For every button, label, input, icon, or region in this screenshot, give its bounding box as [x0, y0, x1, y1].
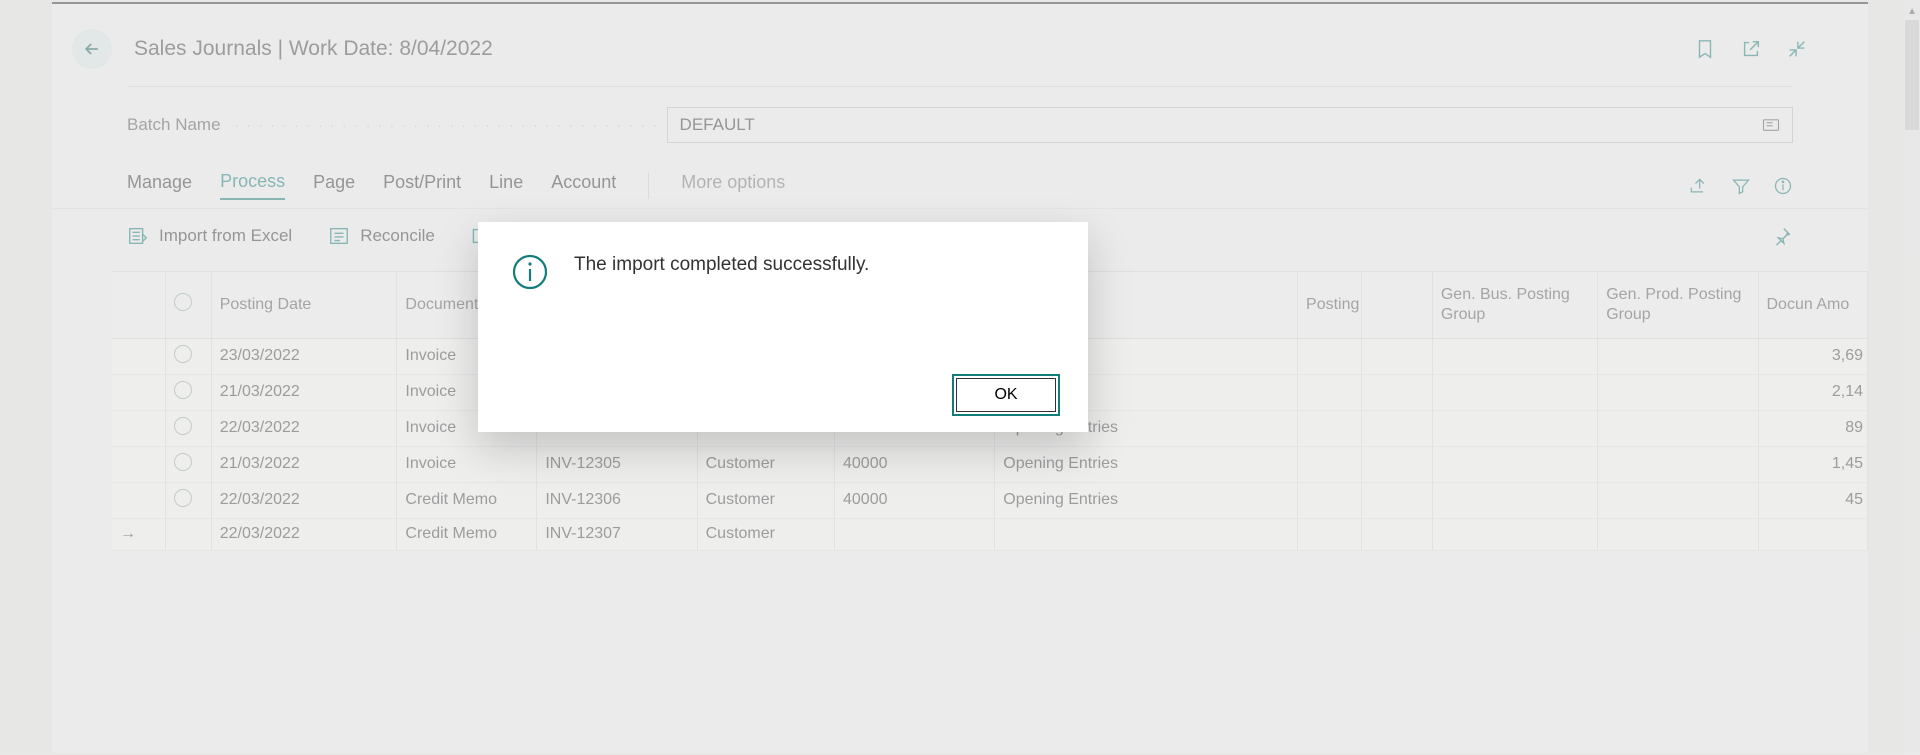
import-success-dialog: The import completed successfully. OK	[478, 222, 1088, 432]
dialog-message: The import completed successfully.	[574, 252, 869, 276]
dialog-ok-button[interactable]: OK	[956, 378, 1056, 412]
dialog-info-icon	[510, 252, 550, 292]
